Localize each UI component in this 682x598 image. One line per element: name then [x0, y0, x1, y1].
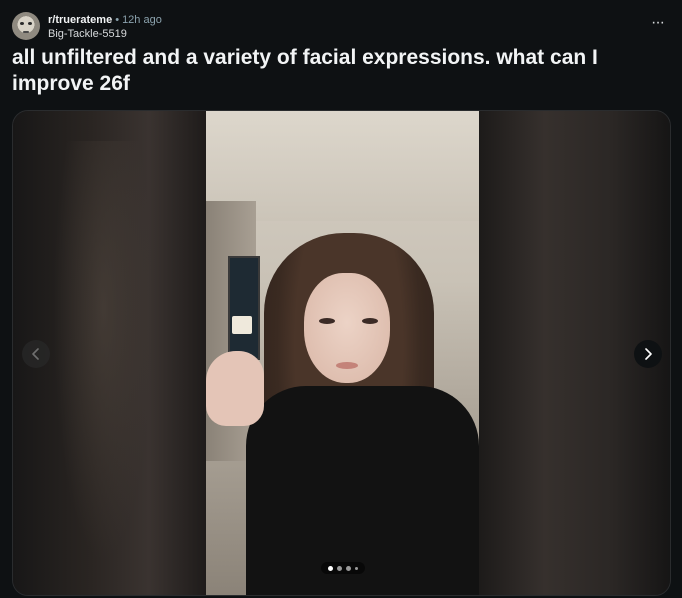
photo-eye: [362, 318, 378, 324]
gallery-pagination: [321, 562, 365, 574]
photo-hand: [206, 351, 264, 426]
photo-lamp: [232, 316, 252, 334]
chevron-left-icon: [32, 348, 39, 360]
gallery-prev-button[interactable]: [22, 340, 50, 368]
photo-wall-frame: [228, 256, 260, 360]
post-title[interactable]: all unfiltered and a variety of facial e…: [12, 45, 674, 97]
subreddit-link[interactable]: r/truerateme: [48, 14, 112, 26]
chevron-right-icon: [645, 348, 652, 360]
post-meta: r/truerateme • 12h ago: [48, 14, 162, 27]
meta-separator: •: [115, 14, 120, 26]
author-link[interactable]: Big-Tackle-5519: [48, 28, 127, 41]
avatar-mouth: [23, 31, 29, 33]
photo-lips: [336, 362, 358, 369]
subreddit-avatar[interactable]: [12, 12, 40, 40]
pagination-dot-active[interactable]: [328, 565, 333, 571]
post-header: r/truerateme • 12h ago Big-Tackle-5519 ···: [12, 12, 672, 42]
post-time: 12h ago: [122, 14, 162, 26]
more-options-button[interactable]: ···: [651, 15, 665, 31]
gallery-next-button[interactable]: [634, 340, 662, 368]
pagination-dot[interactable]: [355, 566, 358, 570]
photo-eye: [319, 318, 335, 324]
avatar-eye: [20, 22, 24, 25]
pagination-dot[interactable]: [337, 565, 342, 571]
pagination-dot[interactable]: [346, 565, 351, 571]
avatar-eye: [28, 22, 32, 25]
gallery-photo[interactable]: [206, 111, 479, 595]
image-gallery[interactable]: [12, 110, 671, 596]
